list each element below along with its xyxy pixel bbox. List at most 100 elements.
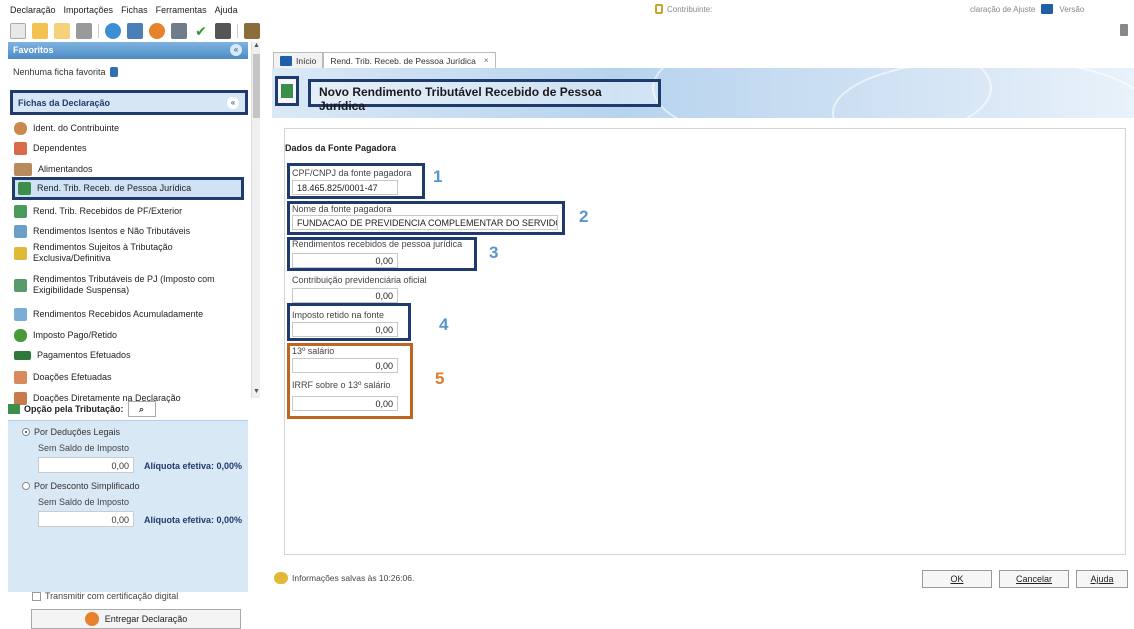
- aliquota-deducoes: Alíquota efetiva: 0,00%: [144, 461, 243, 471]
- opcao-label: Opção pela Tributação:: [24, 404, 124, 414]
- imposto-retido-field[interactable]: 0,00: [292, 322, 398, 337]
- declaracao-label: claração de Ajuste: [970, 4, 1036, 14]
- form-area: Dados da Fonte Pagadora CPF/CNPJ da font…: [284, 128, 1126, 555]
- person-icon: [14, 122, 27, 135]
- callout-3: 3: [489, 243, 499, 262]
- rendimento-pj-icon: [281, 84, 293, 98]
- valor-simplificado: 0,00: [38, 511, 134, 527]
- page-banner: Novo Rendimento Tributável Recebido de P…: [272, 68, 1134, 118]
- menu-declaracao[interactable]: Declaração: [0, 5, 60, 15]
- sidebar-item-alimentandos[interactable]: Alimentandos: [14, 163, 244, 176]
- collapse-icon[interactable]: «: [227, 97, 239, 109]
- ok-button[interactable]: OK: [922, 570, 992, 588]
- nome-fonte-label: Nome da fonte pagadora: [292, 204, 392, 214]
- scroll-thumb[interactable]: [253, 54, 260, 118]
- section-title: Dados da Fonte Pagadora: [285, 143, 397, 153]
- tab-inicio[interactable]: Início: [273, 52, 324, 68]
- menu-fichas[interactable]: Fichas: [117, 5, 152, 15]
- rendimentos-pj-field[interactable]: 0,00: [292, 253, 398, 268]
- tab-rend-pj[interactable]: Rend. Trib. Receb. de Pessoa Jurídica ×: [323, 52, 496, 68]
- collapse-icon[interactable]: «: [230, 44, 242, 56]
- sidebar: Favoritos « Nenhuma ficha favorita Ficha…: [8, 42, 265, 629]
- rendimentos-pj-label: Rendimentos recebidos de pessoa jurídica: [292, 239, 463, 249]
- irrf-decimo-field[interactable]: 0,00: [292, 396, 398, 411]
- cancel-button[interactable]: Cancelar: [999, 570, 1069, 588]
- trash-icon[interactable]: [76, 23, 92, 39]
- decimo-terceiro-field[interactable]: 0,00: [292, 358, 398, 373]
- favoritos-title: Favoritos: [13, 45, 54, 55]
- sem-saldo-label-1: Sem Saldo de Imposto: [38, 443, 130, 453]
- sidebar-item-acumulados[interactable]: Rendimentos Recebidos Acumuladamente: [14, 308, 244, 321]
- pagamentos-icon: [14, 351, 31, 360]
- entregar-declaracao-button[interactable]: Entregar Declaração: [31, 609, 241, 629]
- toolbar: ✔: [0, 20, 1134, 42]
- acumulados-icon: [14, 308, 27, 321]
- banner-icon-highlight: [275, 76, 299, 106]
- alimentandos-icon: [14, 163, 32, 176]
- favoritos-empty: Nenhuma ficha favorita: [13, 67, 118, 77]
- sidebar-item-isentos[interactable]: Rendimentos Isentos e Não Tributáveis: [14, 225, 244, 238]
- valor-deducoes: 0,00: [38, 457, 134, 473]
- new-document-icon[interactable]: [10, 23, 26, 39]
- open-folder-icon[interactable]: [32, 23, 48, 39]
- search-button[interactable]: ⌕: [127, 401, 156, 417]
- imposto-retido-label: Imposto retido na fonte: [292, 310, 385, 320]
- calculator-icon[interactable]: [215, 23, 231, 39]
- sidebar-item-pagamentos[interactable]: Pagamentos Efetuados: [14, 350, 244, 361]
- callout-5: 5: [435, 369, 445, 388]
- declaracao-status: claração de Ajuste Versão: [970, 4, 1084, 14]
- tab-bar: Início Rend. Trib. Receb. de Pessoa Jurí…: [273, 52, 496, 68]
- menu-ajuda[interactable]: Ajuda: [211, 5, 242, 15]
- sidebar-item-exclusiva[interactable]: Rendimentos Sujeitos à Tributação Exclus…: [14, 242, 244, 264]
- transmitir-checkbox[interactable]: [32, 591, 41, 601]
- swap-icon: [8, 404, 20, 414]
- sidebar-item-ident-contribuinte[interactable]: Ident. do Contribuinte: [14, 122, 244, 135]
- dependents-icon: [14, 142, 27, 155]
- bookmark-icon: [109, 67, 118, 77]
- lock-icon: [655, 4, 663, 14]
- import-icon[interactable]: [105, 23, 121, 39]
- sidebar-item-rend-pf[interactable]: Rend. Trib. Recebidos de PF/Exterior: [14, 205, 244, 218]
- opcao-tributacao-panel: Por Deduções Legais Sem Saldo de Imposto…: [8, 420, 248, 629]
- sidebar-item-doacoes[interactable]: Doações Efetuadas: [14, 371, 244, 384]
- sidebar-scrollbar[interactable]: ▲ ▼: [251, 42, 260, 398]
- scroll-up-arrow[interactable]: ▲: [252, 42, 261, 52]
- nome-fonte-field[interactable]: FUNDACAO DE PREVIDENCIA COMPLEMENTAR DO …: [292, 215, 558, 230]
- transmitir-checkbox-row[interactable]: Transmitir com certificação digital: [32, 591, 178, 601]
- contribuinte-label: Contribuinte:: [667, 4, 713, 14]
- print-icon[interactable]: [171, 23, 187, 39]
- cpf-cnpj-label: CPF/CNPJ da fonte pagadora: [292, 168, 412, 178]
- folder-icon[interactable]: [54, 23, 70, 39]
- contribuicao-field[interactable]: 0,00: [292, 288, 398, 303]
- book-icon[interactable]: [244, 23, 260, 39]
- sidebar-item-imposto-pago[interactable]: Imposto Pago/Retido: [14, 329, 244, 342]
- sidebar-item-dependentes[interactable]: Dependentes: [14, 142, 244, 155]
- radio-desconto-simplificado[interactable]: Por Desconto Simplificado: [22, 481, 140, 491]
- close-icon[interactable]: ×: [484, 56, 489, 65]
- scroll-down-arrow[interactable]: ▼: [252, 388, 261, 398]
- cpf-cnpj-field[interactable]: 18.465.825/0001-47: [292, 180, 398, 195]
- fichas-header[interactable]: Fichas da Declaração «: [10, 90, 248, 115]
- check-icon[interactable]: ✔: [193, 23, 209, 39]
- menu-ferramentas[interactable]: Ferramentas: [152, 5, 211, 15]
- globe-icon[interactable]: [149, 23, 165, 39]
- menu-importacoes[interactable]: Importações: [60, 5, 118, 15]
- versao-label[interactable]: Versão: [1059, 5, 1084, 14]
- sidebar-item-suspensa[interactable]: Rendimentos Tributáveis de PJ (Imposto c…: [14, 274, 244, 296]
- sidebar-item-rend-pj[interactable]: Rend. Trib. Receb. de Pessoa Jurídica: [12, 177, 244, 200]
- export-icon[interactable]: [127, 23, 143, 39]
- status-message: Informações salvas às 10:26:06.: [274, 572, 414, 584]
- decorative-wave: [832, 68, 1134, 118]
- callout-2: 2: [579, 207, 589, 226]
- home-icon: [280, 55, 292, 66]
- favoritos-header[interactable]: Favoritos «: [8, 42, 248, 59]
- exclusiva-icon: [14, 246, 27, 260]
- isentos-icon: [14, 225, 27, 238]
- radio-deducoes-legais[interactable]: Por Deduções Legais: [22, 427, 120, 437]
- help-button[interactable]: Ajuda: [1076, 570, 1128, 588]
- radio-unselected[interactable]: [22, 482, 30, 490]
- door-exit-icon[interactable]: [1120, 24, 1128, 36]
- radio-selected[interactable]: [22, 428, 30, 436]
- menu-bar: Declaração Importações Fichas Ferramenta…: [0, 0, 1134, 20]
- favoritos-empty-text: Nenhuma ficha favorita: [13, 67, 106, 77]
